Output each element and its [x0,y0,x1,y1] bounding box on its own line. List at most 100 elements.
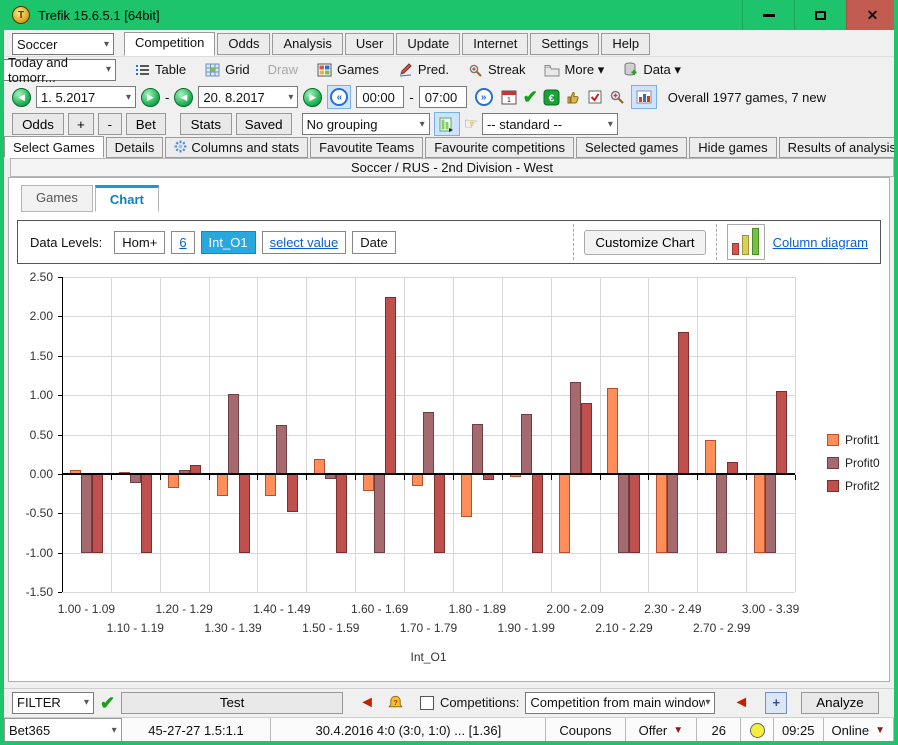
back-arrow-icon[interactable]: ◄ [733,695,749,711]
coupons-cell[interactable]: Coupons [546,718,625,742]
x-axis-line [62,473,795,475]
search-plus-icon[interactable] [609,89,626,106]
filter-tab-label: Details [115,140,155,155]
gridline [160,277,161,592]
filter-tab-select-games[interactable]: Select Games [4,136,104,158]
bar-profit1-4 [265,474,276,496]
filter-tab-favourite-competitions[interactable]: Favourite competitions [425,137,574,158]
standard-select[interactable]: -- standard --▾ [482,113,618,135]
filter-tab-selected-games[interactable]: Selected games [576,137,687,158]
menu-tab-user[interactable]: User [345,33,394,55]
prev-date-to-icon[interactable]: ◀ [174,88,193,107]
chevron-down-icon: ▾ [106,64,111,75]
y-axis-tick [58,592,62,593]
x-axis-label: 1.30 - 1.39 [204,621,261,635]
online-menu[interactable]: Online▼ [824,718,894,742]
bar-profit0-9 [521,414,532,474]
action-button-[interactable]: - [98,113,122,135]
competition-select[interactable]: Competition from main window▾ [525,692,715,714]
scope-selector[interactable]: Today and tomorr...▾ [4,59,116,81]
gridline [697,277,698,592]
next-date-from-icon[interactable]: ▶ [141,88,160,107]
prev-date-from-icon[interactable]: ◀ [12,88,31,107]
sport-selector[interactable]: Soccer▾ [12,33,114,55]
menu-tab-odds[interactable]: Odds [217,33,270,55]
legend-item-profit2: Profit2 [827,479,880,493]
x-axis-tick [257,475,258,480]
thumbs-up-icon[interactable] [565,89,582,106]
maximize-button[interactable] [794,0,846,30]
bar-profit1-13 [705,440,716,474]
toolbar-item-more[interactable]: More ▾ [544,61,605,78]
apply-check-icon[interactable]: ✔ [523,88,538,106]
x-axis-tick [209,475,210,480]
filter-tab-hide-games[interactable]: Hide games [689,137,776,158]
filter-tab-columns-and-stats[interactable]: Columns and stats [165,137,308,158]
action-button-odds[interactable]: Odds [12,113,64,135]
analyze-button[interactable]: Analyze [801,692,878,714]
gridline [62,553,795,554]
bar-profit1-5 [314,459,325,474]
action-button-[interactable]: + [68,113,94,135]
time-reset-start-button[interactable]: « [327,85,351,109]
hand-pointer-icon[interactable]: ☞ [464,114,478,134]
menu-tab-competition[interactable]: Competition [124,32,215,56]
pencil-icon [397,61,414,78]
menu-tab-analysis[interactable]: Analysis [272,33,342,55]
close-button[interactable]: ✕ [846,0,898,30]
legend-swatch [827,480,839,492]
x-axis-tick [453,475,454,480]
fit-window-icon[interactable]: + [765,692,787,714]
filter-tab-details[interactable]: Details [106,137,164,158]
calendar-icon[interactable]: 1 [501,89,518,106]
toolbar-item-games[interactable]: Games [316,61,379,78]
bookmaker-select[interactable]: Bet365▾ [4,718,122,742]
toolbar-item-grid[interactable]: Grid [204,61,250,78]
menu-tab-help[interactable]: Help [601,33,650,55]
time-reset-end-button[interactable]: » [472,85,496,109]
tasks-check-icon[interactable] [587,89,604,106]
filter-check-icon[interactable]: ✔ [100,694,115,712]
menu-tab-internet[interactable]: Internet [462,33,528,55]
next-date-to-icon[interactable]: ▶ [303,88,322,107]
dropdown-triangle-icon: ▼ [875,725,885,736]
menu-tab-update[interactable]: Update [396,33,460,55]
bell-help-icon[interactable]: ? [387,694,404,711]
chevron-down-icon: ▾ [608,119,613,130]
toolbar-item-pred[interactable]: Pred. [397,61,449,78]
back-arrow-icon[interactable]: ◄ [359,695,375,711]
x-axis-tick [502,475,503,480]
filter-tab-results-of-analysis-of-more-filters[interactable]: Results of analysis of more filters [779,137,898,158]
filter-tab-favoutite-teams[interactable]: Favoutite Teams [310,137,423,158]
date-from-select[interactable]: 1. 5.2017▾ [36,86,136,108]
chart-view-toggle[interactable] [631,85,657,109]
competition-header: Soccer / RUS - 2nd Division - West [10,158,894,177]
date-to-select[interactable]: 20. 8.2017▾ [198,86,298,108]
action-button-stats[interactable]: Stats [180,113,232,135]
toolbar-item-label: Grid [225,62,250,77]
euro-icon[interactable]: € [543,89,560,106]
offer-menu[interactable]: Offer▼ [626,718,698,742]
filter-tab-label: Select Games [13,140,95,155]
toolbar-item-streak[interactable]: Streak [467,61,526,78]
x-axis-tick [160,475,161,480]
x-axis-label: 2.00 - 2.09 [546,602,603,616]
grouping-select[interactable]: No grouping▾ [302,113,430,135]
bar-profit2-11 [629,474,640,553]
time-from-input[interactable]: 00:00 [356,86,404,108]
filter-tab-strip: Select GamesDetailsColumns and statsFavo… [4,136,894,158]
test-button[interactable]: Test [121,692,343,714]
app-window: T Trefik 15.6.5.1 [64bit] ✕ Soccer▾ Comp… [0,0,898,745]
time-to-input[interactable]: 07:00 [419,86,467,108]
filter-select[interactable]: FILTER▾ [12,692,94,714]
competitions-checkbox[interactable] [420,696,434,710]
chart: 2.502.001.501.000.500.00-0.50-1.00-1.501… [9,178,891,683]
action-button-bet[interactable]: Bet [126,113,166,135]
magnifier-icon [467,61,484,78]
toolbar-item-data[interactable]: Data ▾ [622,61,681,78]
toolbar-item-table[interactable]: Table [134,61,186,78]
grouping-apply-button[interactable] [434,112,460,136]
menu-tab-settings[interactable]: Settings [530,33,599,55]
action-button-saved[interactable]: Saved [236,113,292,135]
minimize-button[interactable] [742,0,794,30]
